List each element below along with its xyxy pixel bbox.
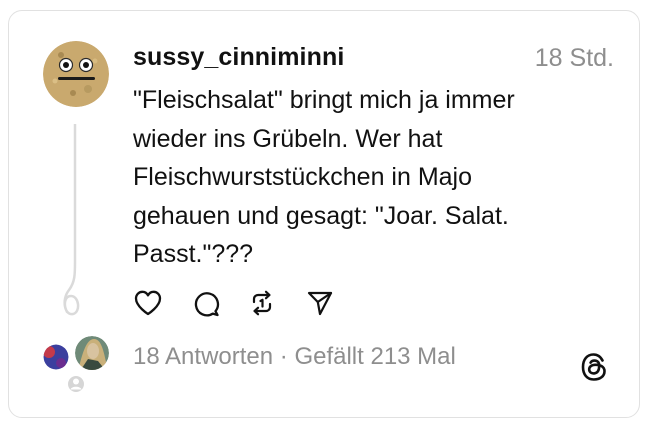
threads-logo-icon[interactable] bbox=[580, 352, 608, 382]
thread-connector-line bbox=[63, 124, 80, 316]
replies-count[interactable]: 18 Antworten bbox=[133, 343, 273, 370]
post-username[interactable]: sussy_cinniminni bbox=[133, 43, 344, 72]
speech-bubble-icon[interactable] bbox=[191, 288, 221, 318]
reply-avatar-placeholder bbox=[66, 374, 86, 394]
heart-icon[interactable] bbox=[133, 288, 163, 318]
post-stats: 18 Antworten · Gefällt 213 Mal bbox=[133, 343, 456, 371]
send-icon[interactable] bbox=[305, 288, 335, 318]
reply-avatar bbox=[43, 344, 69, 370]
likes-count[interactable]: Gefällt 213 Mal bbox=[294, 343, 455, 370]
post-text: "Fleischsalat" bringt mich ja immer wied… bbox=[133, 86, 515, 268]
user-avatar[interactable] bbox=[43, 41, 109, 107]
repost-icon[interactable] bbox=[247, 288, 277, 318]
post-timestamp[interactable]: 18 Std. bbox=[535, 44, 614, 73]
reply-avatars[interactable] bbox=[40, 335, 112, 399]
stats-separator: · bbox=[273, 343, 295, 370]
